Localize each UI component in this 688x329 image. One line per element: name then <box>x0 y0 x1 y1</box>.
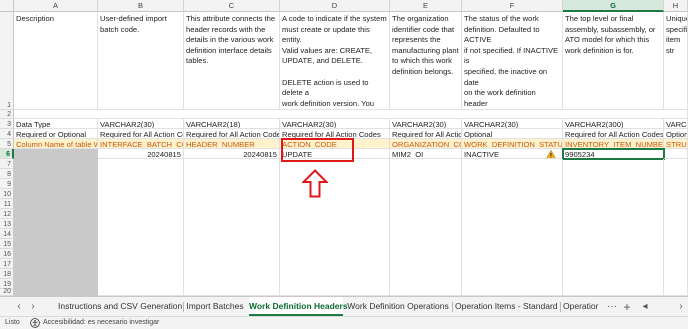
accessibility-icon[interactable] <box>30 318 40 328</box>
empty-cells-h[interactable] <box>664 159 688 296</box>
cell-f1[interactable]: The status of the work definition. Defau… <box>462 12 563 110</box>
row-2-empty[interactable] <box>14 110 688 119</box>
tab-operation-items-standard[interactable]: Operation Items - Standard <box>455 297 558 316</box>
cell-h6[interactable] <box>664 149 688 159</box>
row-header-10[interactable]: 10 <box>0 189 14 199</box>
empty-cells-g[interactable] <box>563 159 664 296</box>
empty-cells-c[interactable] <box>184 159 280 296</box>
add-sheet-button[interactable]: + <box>620 300 634 314</box>
sheet-tab-bar: ‹ › Instructions and CSV Generation Impo… <box>0 296 688 316</box>
row-header-5[interactable]: 5 <box>0 139 14 149</box>
empty-cells-d[interactable] <box>280 159 390 296</box>
tab-separator <box>452 302 453 312</box>
cell-h4[interactable]: Option <box>664 129 688 139</box>
column-a-shaded-area <box>14 149 98 296</box>
cell-a3[interactable]: Data Type <box>14 119 98 129</box>
row-header-14[interactable]: 14 <box>0 229 14 239</box>
cell-h1[interactable]: Unique specific item str <box>664 12 688 110</box>
column-header-e[interactable]: E <box>390 0 462 12</box>
row-header-9[interactable]: 9 <box>0 179 14 189</box>
cell-f5[interactable]: WORK_DEFINITION_STATUS <box>462 139 563 149</box>
cell-f4[interactable]: Optional <box>462 129 563 139</box>
cell-b3[interactable]: VARCHAR2(30) <box>98 119 184 129</box>
row-header-16[interactable]: 16 <box>0 249 14 259</box>
row-header-13[interactable]: 13 <box>0 219 14 229</box>
row-header-7[interactable]: 7 <box>0 159 14 169</box>
cell-f6[interactable]: INACTIVE <box>462 149 563 159</box>
row-header-8[interactable]: 8 <box>0 169 14 179</box>
empty-cells-e[interactable] <box>390 159 462 296</box>
cell-c6[interactable]: 20240815 <box>184 149 280 159</box>
tab-import-batches[interactable]: Import Batches <box>184 297 246 316</box>
cell-a4[interactable]: Required or Optional <box>14 129 98 139</box>
select-all-corner[interactable] <box>0 0 14 12</box>
cell-e1[interactable]: The organization identifier code that re… <box>390 12 462 110</box>
row-header-11[interactable]: 11 <box>0 199 14 209</box>
column-header-g[interactable]: G <box>563 0 664 12</box>
column-header-c[interactable]: C <box>184 0 280 12</box>
status-bar: Listo Accesibilidad: es necesario invest… <box>0 316 688 329</box>
cell-b5[interactable]: INTERFACE_BATCH_CODE <box>98 139 184 149</box>
cell-g3[interactable]: VARCHAR2(300) <box>563 119 664 129</box>
column-header-d[interactable]: D <box>280 0 390 12</box>
warning-icon[interactable] <box>546 150 556 159</box>
column-header-a[interactable]: A <box>14 0 98 12</box>
cell-g4[interactable]: Required for All Action Codes <box>563 129 664 139</box>
next-sheet-button[interactable]: › <box>26 300 40 314</box>
column-header-h[interactable]: H <box>664 0 688 12</box>
cell-a1[interactable]: Description <box>14 12 98 110</box>
row-header-3[interactable]: 3 <box>0 119 14 129</box>
column-header-b[interactable]: B <box>98 0 184 12</box>
cell-d3[interactable]: VARCHAR2(30) <box>280 119 390 129</box>
cell-f6-text: INACTIVE <box>464 150 500 159</box>
row-header-1[interactable]: 1 <box>0 12 14 110</box>
cell-c1[interactable]: This attribute connects the header recor… <box>184 12 280 110</box>
row-header-20[interactable]: 20 <box>0 288 14 296</box>
accessibility-status[interactable]: Accesibilidad: es necesario investigar <box>43 319 159 326</box>
tab-work-definition-operations[interactable]: Work Definition Operations <box>347 297 449 316</box>
row-header-6[interactable]: 6 <box>0 149 14 159</box>
up-arrow-annotation <box>302 169 328 198</box>
cell-c3[interactable]: VARCHAR2(18) <box>184 119 280 129</box>
cell-e4[interactable]: Required for All Action <box>390 129 462 139</box>
tab-separator <box>560 302 561 312</box>
cell-g6[interactable]: 9905234 <box>562 148 665 160</box>
row-header-12[interactable]: 12 <box>0 209 14 219</box>
tab-instructions-csv[interactable]: Instructions and CSV Generation <box>58 297 182 316</box>
cell-e5[interactable]: ORGANIZATION_CODE <box>390 139 462 149</box>
cell-b6[interactable]: 20240815 <box>98 149 184 159</box>
column-header-f[interactable]: F <box>462 0 563 12</box>
spreadsheet-grid[interactable]: A B C D E F G H 1 2 3 4 5 6 7 8 9 10 11 … <box>0 0 688 296</box>
cell-a5[interactable]: Column Name of table WI <box>14 139 98 149</box>
prev-sheet-button[interactable]: ‹ <box>12 300 26 314</box>
highlight-box-annotation <box>281 138 354 162</box>
cell-h5[interactable]: STRUCT <box>664 139 688 149</box>
row-header-17[interactable]: 17 <box>0 259 14 269</box>
row-header-4[interactable]: 4 <box>0 129 14 139</box>
tab-operation-truncated[interactable]: Operatior <box>563 297 603 316</box>
row-header-18[interactable]: 18 <box>0 269 14 279</box>
cell-e6[interactable]: MIM2_OI <box>390 149 462 159</box>
tab-work-definition-headers[interactable]: Work Definition Headers <box>249 297 348 316</box>
more-sheets-button[interactable]: ··· <box>605 300 619 314</box>
cell-f3[interactable]: VARCHAR2(30) <box>462 119 563 129</box>
scroll-right-button[interactable]: › <box>674 300 688 314</box>
cell-h3[interactable]: VARCHA <box>664 119 688 129</box>
cell-b1[interactable]: User-defined import batch code. <box>98 12 184 110</box>
empty-cells-f[interactable] <box>462 159 563 296</box>
cell-e3[interactable]: VARCHAR2(30) <box>390 119 462 129</box>
cell-g5[interactable]: INVENTORY_ITEM_NUMBER <box>563 139 664 149</box>
cell-d1[interactable]: A code to indicate if the system must cr… <box>280 12 390 110</box>
cell-b4[interactable]: Required for All Action Code <box>98 129 184 139</box>
status-ready: Listo <box>5 319 20 326</box>
cell-g1[interactable]: The top level or final assembly, subasse… <box>563 12 664 110</box>
scroll-bar-left-handle[interactable]: ◂ <box>638 300 652 314</box>
empty-cells-b[interactable] <box>98 159 184 296</box>
cell-c5[interactable]: HEADER_NUMBER <box>184 139 280 149</box>
row-header-2[interactable]: 2 <box>0 110 14 119</box>
row-header-15[interactable]: 15 <box>0 239 14 249</box>
cell-c4[interactable]: Required for All Action Codes <box>184 129 280 139</box>
